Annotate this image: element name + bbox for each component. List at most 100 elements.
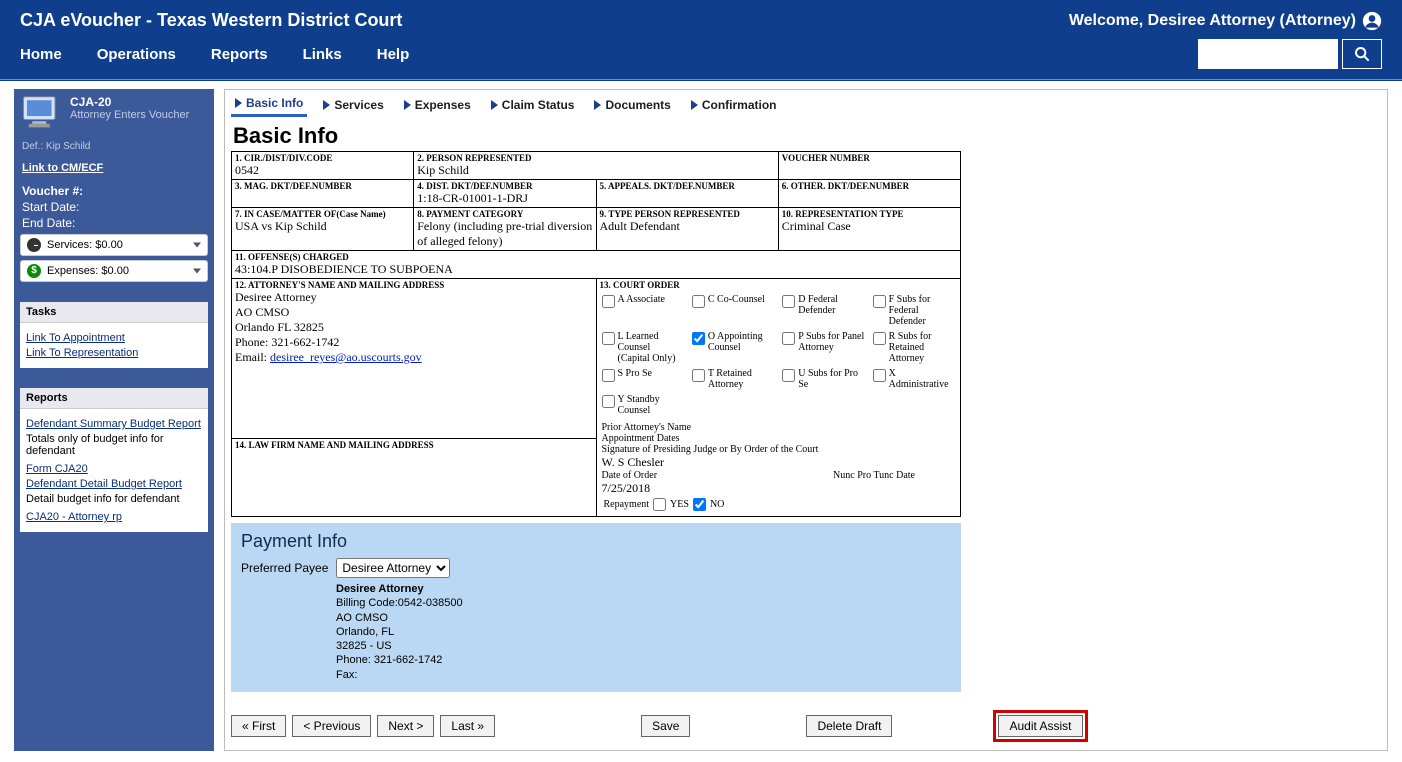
- court-order-option: D Federal Defender: [782, 294, 864, 327]
- cell-label: 13. COURT ORDER: [600, 280, 958, 290]
- court-order-checkbox[interactable]: [692, 369, 705, 382]
- search-input[interactable]: [1198, 39, 1338, 69]
- chevron-right-icon: [594, 100, 601, 110]
- cell-label: 7. IN CASE/MATTER OF(Case Name): [235, 209, 410, 219]
- cell-label: 12. ATTORNEY'S NAME AND MAILING ADDRESS: [235, 280, 593, 290]
- payment-info-panel: Payment Info Preferred Payee Desiree Att…: [231, 523, 961, 692]
- court-order-label: L Learned Counsel (Capital Only): [618, 331, 684, 364]
- tab-expenses[interactable]: Expenses: [400, 94, 475, 117]
- preferred-payee-label: Preferred Payee: [241, 561, 328, 575]
- court-order-checkbox[interactable]: [602, 369, 615, 382]
- report-detail-desc: Detail budget info for defendant: [26, 493, 202, 505]
- delete-draft-button[interactable]: Delete Draft: [806, 715, 892, 737]
- report-attorney-rp[interactable]: CJA20 - Attorney rp: [26, 511, 202, 523]
- repayment-yes-checkbox[interactable]: [653, 498, 666, 511]
- report-form-cja20[interactable]: Form CJA20: [26, 463, 202, 475]
- court-order-option: T Retained Attorney: [692, 368, 774, 390]
- court-order-label: D Federal Defender: [798, 294, 864, 316]
- report-detail-budget[interactable]: Defendant Detail Budget Report: [26, 478, 202, 490]
- tab-confirmation[interactable]: Confirmation: [687, 94, 781, 117]
- sidebar: CJA-20 Attorney Enters Voucher Def.: Kip…: [14, 89, 214, 751]
- court-order-checkbox[interactable]: [782, 295, 795, 308]
- court-order-option: S Pro Se: [602, 368, 684, 390]
- payee-org: AO CMSO: [336, 611, 951, 625]
- app-title: CJA eVoucher - Texas Western District Co…: [20, 10, 402, 31]
- previous-button[interactable]: < Previous: [292, 715, 371, 737]
- nav-help[interactable]: Help: [377, 46, 410, 63]
- date-order: 7/25/2018: [602, 481, 658, 496]
- services-amount: Services: $0.00: [47, 239, 123, 251]
- tab-basic-info[interactable]: Basic Info: [231, 94, 307, 117]
- judge-name: W. S Chesler: [602, 455, 956, 470]
- cell-value: Adult Defendant: [600, 219, 775, 234]
- cell-value: USA vs Kip Schild: [235, 219, 410, 234]
- court-order-label: X Administrative: [889, 368, 955, 390]
- cell-value: Felony (including pre-trial diversion of…: [417, 219, 592, 249]
- preferred-payee-select[interactable]: Desiree Attorney: [336, 558, 450, 578]
- last-button[interactable]: Last »: [440, 715, 495, 737]
- cell-label: 10. REPRESENTATION TYPE: [782, 209, 957, 219]
- welcome-text: Welcome, Desiree Attorney (Attorney): [1069, 12, 1356, 30]
- audit-assist-button[interactable]: Audit Assist: [998, 715, 1082, 737]
- payee-phone: Phone: 321-662-1742: [336, 653, 951, 667]
- report-summary-budget[interactable]: Defendant Summary Budget Report: [26, 418, 202, 430]
- court-order-checkbox[interactable]: [602, 332, 615, 345]
- email-label: Email:: [235, 350, 270, 364]
- user-icon: [1362, 11, 1382, 31]
- audit-assist-highlight: Audit Assist: [993, 710, 1087, 742]
- attorney-email[interactable]: desiree_reyes@ao.uscourts.gov: [270, 350, 422, 364]
- clock-icon: [27, 238, 41, 252]
- save-button[interactable]: Save: [641, 715, 690, 737]
- cell-value: 43:104.P DISOBEDIENCE TO SUBPOENA: [235, 262, 957, 277]
- cell-label: 9. TYPE PERSON REPRESENTED: [600, 209, 775, 219]
- search-button[interactable]: [1342, 39, 1382, 69]
- court-order-checkbox[interactable]: [602, 295, 615, 308]
- expenses-amount: Expenses: $0.00: [47, 265, 129, 277]
- nav-home[interactable]: Home: [20, 46, 62, 63]
- court-order-checkbox[interactable]: [692, 332, 705, 345]
- court-order-option: P Subs for Panel Attorney: [782, 331, 864, 364]
- tab-services[interactable]: Services: [319, 94, 387, 117]
- court-order-checkbox[interactable]: [692, 295, 705, 308]
- first-button[interactable]: « First: [231, 715, 286, 737]
- nav-links[interactable]: Links: [303, 46, 342, 63]
- signature-label: Signature of Presiding Judge or By Order…: [602, 444, 956, 455]
- tab-label: Claim Status: [502, 98, 575, 112]
- link-cmecf[interactable]: Link to CM/ECF: [22, 162, 208, 174]
- cell-label: 2. PERSON REPRESENTED: [417, 153, 775, 163]
- court-order-checkbox[interactable]: [782, 369, 795, 382]
- cell-label: 5. APPEALS. DKT/DEF.NUMBER: [600, 181, 775, 191]
- tab-documents[interactable]: Documents: [590, 94, 674, 117]
- court-order-checkbox[interactable]: [782, 332, 795, 345]
- button-row: « First < Previous Next > Last » Save De…: [231, 710, 1381, 742]
- form-code: CJA-20: [70, 95, 189, 109]
- link-representation[interactable]: Link To Representation: [26, 347, 202, 359]
- search-box: [1198, 39, 1382, 69]
- next-button[interactable]: Next >: [377, 715, 434, 737]
- link-appointment[interactable]: Link To Appointment: [26, 332, 202, 344]
- cell-value: Criminal Case: [782, 219, 957, 234]
- nav-operations[interactable]: Operations: [97, 46, 176, 63]
- payee-city: Orlando, FL: [336, 625, 951, 639]
- cell-label: 3. MAG. DKT/DEF.NUMBER: [235, 181, 410, 191]
- services-dropdown[interactable]: Services: $0.00: [20, 234, 208, 256]
- expenses-dropdown[interactable]: $ Expenses: $0.00: [20, 260, 208, 282]
- welcome-user[interactable]: Welcome, Desiree Attorney (Attorney): [1069, 11, 1382, 31]
- end-date-label: End Date:: [22, 216, 206, 230]
- court-order-checkbox[interactable]: [873, 369, 886, 382]
- court-order-checkbox[interactable]: [873, 332, 886, 345]
- cell-label: 8. PAYMENT CATEGORY: [417, 209, 592, 219]
- court-order-checkbox[interactable]: [602, 395, 615, 408]
- nav-reports[interactable]: Reports: [211, 46, 268, 63]
- tasks-heading: Tasks: [20, 302, 208, 323]
- chevron-right-icon: [323, 100, 330, 110]
- dollar-icon: $: [27, 264, 41, 278]
- start-date-label: Start Date:: [22, 200, 206, 214]
- court-order-label: A Associate: [618, 294, 666, 305]
- tab-label: Documents: [605, 98, 670, 112]
- payee-details: Desiree Attorney Billing Code:0542-03850…: [336, 582, 951, 682]
- court-order-checkbox[interactable]: [873, 295, 886, 308]
- tab-claim-status[interactable]: Claim Status: [487, 94, 579, 117]
- cell-label: 1. CIR./DIST/DIV.CODE: [235, 153, 410, 163]
- repayment-no-checkbox[interactable]: [693, 498, 706, 511]
